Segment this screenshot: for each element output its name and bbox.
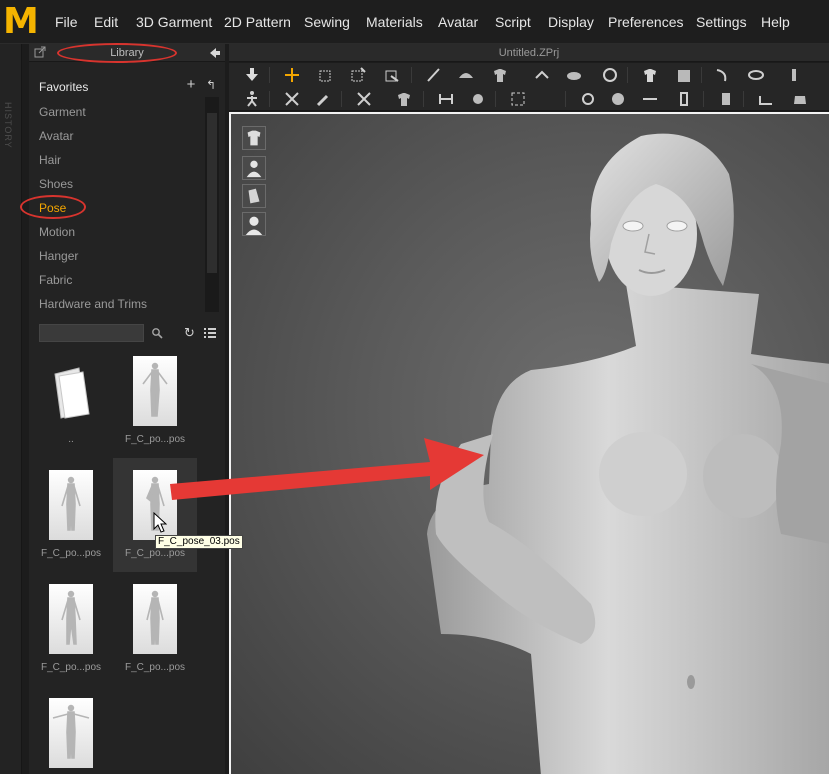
annotation-arrow xyxy=(170,438,484,500)
item-tooltip: F_C_pose_03.pos xyxy=(155,535,243,549)
mouse-cursor-icon xyxy=(153,512,167,533)
